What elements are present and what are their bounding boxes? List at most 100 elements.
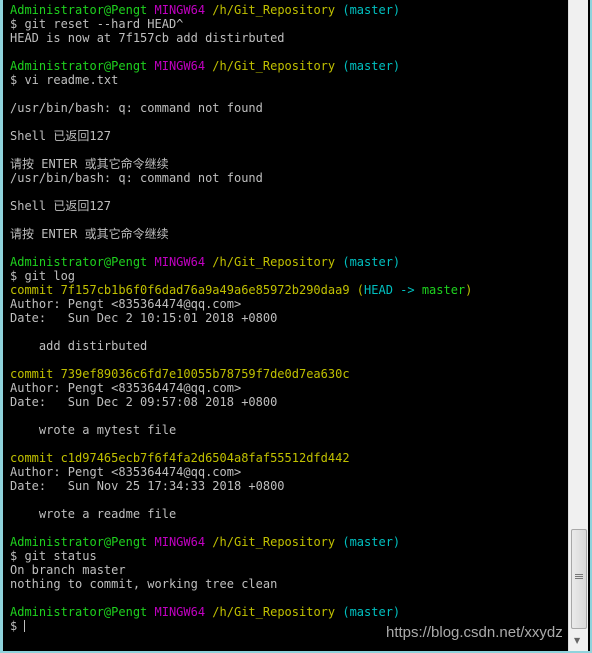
terminal-line: Shell 已返回127 (10, 129, 570, 143)
terminal-line: $ git log (10, 269, 570, 283)
terminal-text-segment: $ (10, 619, 25, 633)
terminal-text-segment: MINGW64 (154, 255, 213, 269)
terminal-line: add distirbuted (10, 339, 570, 353)
terminal-line: Author: Pengt <835364474@qq.com> (10, 297, 570, 311)
terminal-line: 请按 ENTER 或其它命令继续 (10, 157, 570, 171)
terminal-line: 请按 ENTER 或其它命令继续 (10, 227, 570, 241)
terminal-text-segment: commit 739ef89036c6fd7e10055b78759f7de0d… (10, 367, 350, 381)
terminal-text-segment: Shell 已返回127 (10, 129, 112, 143)
terminal-text-segment: Author: Pengt <835364474@qq.com> (10, 297, 242, 311)
terminal-text-segment: MINGW64 (154, 535, 213, 549)
terminal-text-segment: 请按 ENTER 或其它命令继续 (10, 227, 169, 241)
terminal-text-segment: HEAD is now at 7f157cb add distirbuted (10, 31, 285, 45)
terminal-line: Administrator@Pengt MINGW64 /h/Git_Repos… (10, 535, 570, 549)
terminal-text-segment: /h/Git_Repository (212, 3, 343, 17)
terminal-text-segment: MINGW64 (154, 59, 213, 73)
terminal-line: /usr/bin/bash: q: command not found (10, 171, 570, 185)
terminal-text-segment: Shell 已返回127 (10, 199, 112, 213)
terminal-text-segment: (master) (342, 255, 401, 269)
terminal-line: nothing to commit, working tree clean (10, 577, 570, 591)
text-cursor (24, 620, 26, 632)
terminal-text-segment: nothing to commit, working tree clean (10, 577, 278, 591)
terminal-text-segment: Administrator@Pengt (10, 3, 155, 17)
terminal-line: Author: Pengt <835364474@qq.com> (10, 381, 570, 395)
vertical-scrollbar[interactable]: ▼ (568, 0, 588, 651)
terminal-text-segment: Administrator@Pengt (10, 59, 155, 73)
terminal-text-segment: /h/Git_Repository (212, 255, 343, 269)
terminal-text-segment: commit c1d97465ecb7f6f4fa2d6504a8faf5551… (10, 451, 350, 465)
terminal-line: HEAD is now at 7f157cb add distirbuted (10, 31, 570, 45)
terminal-text-segment: Administrator@Pengt (10, 535, 155, 549)
terminal-line: Shell 已返回127 (10, 199, 570, 213)
terminal-text-segment: /usr/bin/bash: q: command not found (10, 171, 263, 185)
terminal-text-segment: HEAD -> (364, 283, 422, 297)
terminal-window: Administrator@Pengt MINGW64 /h/Git_Repos… (0, 0, 592, 653)
terminal-line: Administrator@Pengt MINGW64 /h/Git_Repos… (10, 255, 570, 269)
terminal-text-segment: 请按 ENTER 或其它命令继续 (10, 157, 169, 171)
scrollbar-thumb[interactable] (571, 529, 587, 629)
terminal-line: Author: Pengt <835364474@qq.com> (10, 465, 570, 479)
terminal-text-segment: (master) (342, 3, 401, 17)
terminal-text-segment: wrote a readme file (10, 507, 177, 521)
terminal-line: $ git reset --hard HEAD^ (10, 17, 570, 31)
terminal-text-segment: (master) (342, 535, 401, 549)
terminal-line: Administrator@Pengt MINGW64 /h/Git_Repos… (10, 605, 570, 619)
terminal-line: wrote a readme file (10, 507, 570, 521)
terminal-line: Administrator@Pengt MINGW64 /h/Git_Repos… (10, 3, 570, 17)
terminal-text-segment: $ git status (10, 549, 97, 563)
terminal-line: commit c1d97465ecb7f6f4fa2d6504a8faf5551… (10, 451, 570, 465)
terminal-line: Date: Sun Dec 2 10:15:01 2018 +0800 (10, 311, 570, 325)
terminal-text-segment: /h/Git_Repository (212, 59, 343, 73)
terminal-text-segment: Date: Sun Dec 2 09:57:08 2018 +0800 (10, 395, 278, 409)
terminal-line: /usr/bin/bash: q: command not found (10, 101, 570, 115)
terminal-text-segment: MINGW64 (154, 3, 213, 17)
terminal-text-segment: Administrator@Pengt (10, 605, 155, 619)
terminal-text-segment: Author: Pengt <835364474@qq.com> (10, 381, 242, 395)
terminal-text-segment: $ git reset --hard HEAD^ (10, 17, 184, 31)
terminal-text-segment: Date: Sun Nov 25 17:34:33 2018 +0800 (10, 479, 285, 493)
grip-icon (575, 574, 583, 575)
terminal-line: $ vi readme.txt (10, 73, 570, 87)
terminal-line: commit 7f157cb1b6f0f6dad76a9a49a6e85972b… (10, 283, 570, 297)
terminal-text-segment: /usr/bin/bash: q: command not found (10, 101, 263, 115)
terminal-text-segment: MINGW64 (154, 605, 213, 619)
terminal-line: wrote a mytest file (10, 423, 570, 437)
terminal-line: commit 739ef89036c6fd7e10055b78759f7de0d… (10, 367, 570, 381)
terminal-text-segment: Administrator@Pengt (10, 255, 155, 269)
terminal-line: $ git status (10, 549, 570, 563)
terminal-text-segment: /h/Git_Repository (212, 535, 343, 549)
terminal-output[interactable]: Administrator@Pengt MINGW64 /h/Git_Repos… (10, 3, 570, 633)
terminal-text-segment: master (421, 283, 466, 297)
terminal-text-segment: On branch master (10, 563, 126, 577)
terminal-line: Date: Sun Nov 25 17:34:33 2018 +0800 (10, 479, 570, 493)
terminal-line: Date: Sun Dec 2 09:57:08 2018 +0800 (10, 395, 570, 409)
terminal-text-segment: add distirbuted (10, 339, 148, 353)
terminal-text-segment: commit 7f157cb1b6f0f6dad76a9a49a6e85972b… (10, 283, 365, 297)
terminal-text-segment: (master) (342, 605, 401, 619)
terminal-text-segment: Author: Pengt <835364474@qq.com> (10, 465, 242, 479)
watermark: https://blog.csdn.net/xxydz (386, 624, 563, 641)
terminal-text-segment: (master) (342, 59, 401, 73)
terminal-text-segment: $ vi readme.txt (10, 73, 119, 87)
terminal-text-segment: /h/Git_Repository (212, 605, 343, 619)
terminal-text-segment: Date: Sun Dec 2 10:15:01 2018 +0800 (10, 311, 278, 325)
terminal-line: On branch master (10, 563, 570, 577)
scroll-down-arrow-icon[interactable]: ▼ (574, 636, 580, 645)
terminal-line: Administrator@Pengt MINGW64 /h/Git_Repos… (10, 59, 570, 73)
terminal-text-segment: ) (465, 283, 473, 297)
terminal-text-segment: wrote a mytest file (10, 423, 177, 437)
